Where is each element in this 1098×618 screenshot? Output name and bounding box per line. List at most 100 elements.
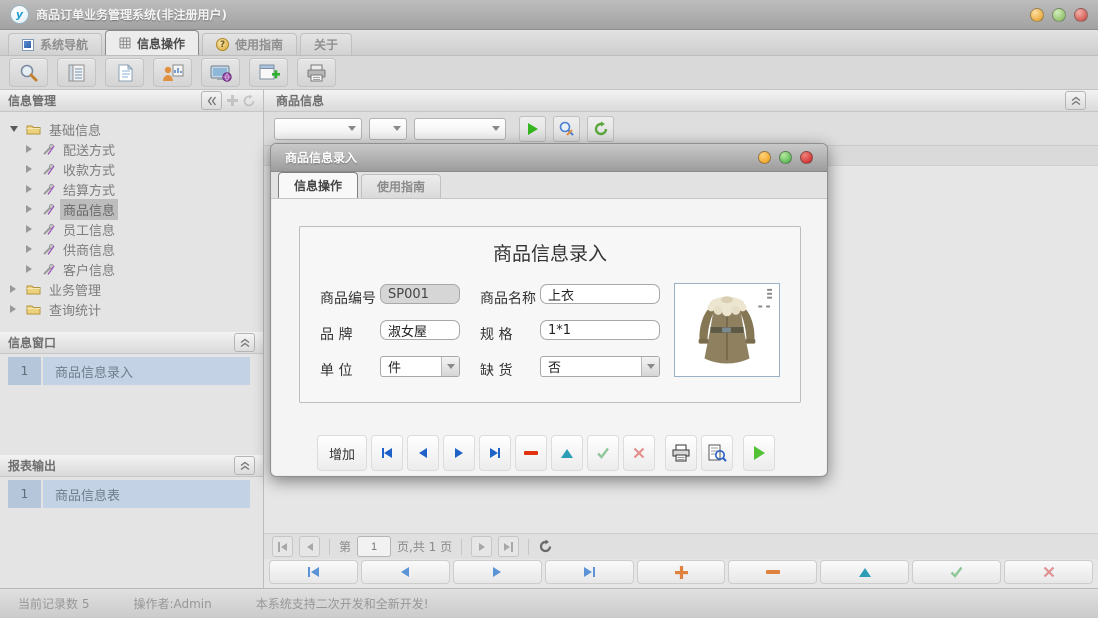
- tree-label: 配送方式: [60, 139, 118, 160]
- tab-system-nav[interactable]: 系统导航: [8, 33, 102, 55]
- record-insert-button[interactable]: [637, 560, 726, 584]
- run-report-button[interactable]: [743, 435, 775, 471]
- collapsed-arrow-icon[interactable]: [26, 225, 32, 233]
- record-edit-button[interactable]: [820, 560, 909, 584]
- dropdown-button[interactable]: [641, 357, 659, 376]
- document-button[interactable]: [105, 58, 144, 87]
- name-label: 商品名称: [480, 288, 536, 308]
- tree-item-supplier[interactable]: 供商信息: [0, 239, 263, 259]
- dialog-maximize-button[interactable]: [779, 151, 792, 164]
- tab-info-operation[interactable]: 信息操作: [105, 30, 199, 55]
- window-list-item[interactable]: 1 商品信息录入: [8, 357, 250, 385]
- collapsed-arrow-icon[interactable]: [26, 245, 32, 253]
- page-number-input[interactable]: [357, 536, 391, 557]
- monitor-globe-icon: [209, 63, 233, 83]
- tree-item-employee[interactable]: 员工信息: [0, 219, 263, 239]
- collapsed-arrow-icon[interactable]: [26, 185, 32, 193]
- search-button[interactable]: [9, 58, 48, 87]
- tree-item-settlement[interactable]: 结算方式: [0, 179, 263, 199]
- dialog-tab-user-guide[interactable]: 使用指南: [361, 174, 441, 198]
- expanded-arrow-icon[interactable]: [10, 126, 18, 132]
- brand-input[interactable]: [380, 320, 460, 340]
- delete-record-button[interactable]: [515, 435, 547, 471]
- monitor-globe-button[interactable]: [201, 58, 240, 87]
- collapsed-arrow-icon[interactable]: [10, 305, 16, 313]
- window-add-button[interactable]: [249, 58, 288, 87]
- dialog-minimize-button[interactable]: [758, 151, 771, 164]
- unit-select[interactable]: 件: [380, 356, 460, 377]
- collapse-up-button[interactable]: [234, 456, 255, 475]
- oos-select[interactable]: 否: [540, 356, 660, 377]
- info-panel-header: 信息管理: [0, 90, 263, 112]
- edit-record-button[interactable]: [551, 435, 583, 471]
- collapsed-arrow-icon[interactable]: [10, 285, 16, 293]
- first-record-button[interactable]: [371, 435, 403, 471]
- tree-item-product-info[interactable]: 商品信息: [0, 199, 263, 219]
- tree-item-delivery[interactable]: 配送方式: [0, 139, 263, 159]
- prev-record-button[interactable]: [407, 435, 439, 471]
- name-input[interactable]: [540, 284, 660, 304]
- tree-item-payment[interactable]: 收款方式: [0, 159, 263, 179]
- minimize-button[interactable]: [1030, 8, 1044, 22]
- last-record-button[interactable]: [479, 435, 511, 471]
- tree-label: 供商信息: [60, 239, 118, 260]
- record-next-button[interactable]: [453, 560, 542, 584]
- search-edit-button[interactable]: [553, 116, 580, 142]
- printer-button[interactable]: [297, 58, 336, 87]
- dialog-tab-bar: 信息操作 使用指南: [271, 172, 827, 199]
- dialog-close-button[interactable]: [800, 151, 813, 164]
- dropdown-button[interactable]: [441, 357, 459, 376]
- spec-input[interactable]: [540, 320, 660, 340]
- collapse-left-button[interactable]: [201, 91, 222, 110]
- record-cancel-button[interactable]: [1004, 560, 1093, 584]
- dialog-tab-info-operation[interactable]: 信息操作: [278, 172, 358, 198]
- collapsed-arrow-icon[interactable]: [26, 165, 32, 173]
- first-page-button[interactable]: [272, 536, 293, 557]
- refresh-panel-icon[interactable]: [243, 95, 255, 107]
- refresh-grid-icon[interactable]: [538, 539, 553, 554]
- list-item-index: 1: [8, 357, 41, 385]
- tree-folder-business[interactable]: 业务管理: [0, 279, 263, 299]
- collapse-up-button[interactable]: [1065, 91, 1086, 110]
- collapsed-arrow-icon[interactable]: [26, 265, 32, 273]
- list-view-button[interactable]: [57, 58, 96, 87]
- maximize-button[interactable]: [1052, 8, 1066, 22]
- last-page-button[interactable]: [498, 536, 519, 557]
- pager-prefix: 第: [339, 538, 351, 555]
- next-page-button[interactable]: [471, 536, 492, 557]
- chevron-down-icon: [348, 126, 356, 131]
- print-button[interactable]: [665, 435, 697, 471]
- filter-select-3[interactable]: [414, 118, 506, 140]
- next-record-button[interactable]: [443, 435, 475, 471]
- report-list-item[interactable]: 1 商品信息表: [8, 480, 250, 508]
- add-record-button[interactable]: 增加: [317, 435, 367, 471]
- tab-about[interactable]: 关于: [300, 33, 352, 55]
- tree-folder-query-stats[interactable]: 查询统计: [0, 299, 263, 319]
- add-panel-icon[interactable]: [227, 95, 238, 106]
- record-delete-button[interactable]: [728, 560, 817, 584]
- print-preview-button[interactable]: [701, 435, 733, 471]
- tab-user-guide[interactable]: ? 使用指南: [202, 33, 297, 55]
- product-entry-dialog: 商品信息录入 信息操作 使用指南 商品信息录入 商品编号 商品名称 品 牌 规 …: [270, 143, 828, 477]
- record-first-button[interactable]: [269, 560, 358, 584]
- record-last-button[interactable]: [545, 560, 634, 584]
- cancel-record-button[interactable]: [623, 435, 655, 471]
- close-button[interactable]: [1074, 8, 1088, 22]
- report-panel-title: 报表输出: [8, 457, 56, 474]
- user-report-button[interactable]: [153, 58, 192, 87]
- refresh-button[interactable]: [587, 116, 614, 142]
- prev-page-button[interactable]: [299, 536, 320, 557]
- tree-item-customer[interactable]: 客户信息: [0, 259, 263, 279]
- collapse-up-button[interactable]: [234, 333, 255, 352]
- code-input[interactable]: [380, 284, 460, 304]
- collapsed-arrow-icon[interactable]: [26, 145, 32, 153]
- tree-folder-base-info[interactable]: 基础信息: [0, 119, 263, 139]
- record-prev-button[interactable]: [361, 560, 450, 584]
- execute-filter-button[interactable]: [519, 116, 546, 142]
- filter-select-1[interactable]: [274, 118, 362, 140]
- record-post-button[interactable]: [912, 560, 1001, 584]
- collapsed-arrow-icon[interactable]: [26, 205, 32, 213]
- dialog-title-bar[interactable]: 商品信息录入: [271, 144, 827, 172]
- post-record-button[interactable]: [587, 435, 619, 471]
- filter-select-2[interactable]: [369, 118, 407, 140]
